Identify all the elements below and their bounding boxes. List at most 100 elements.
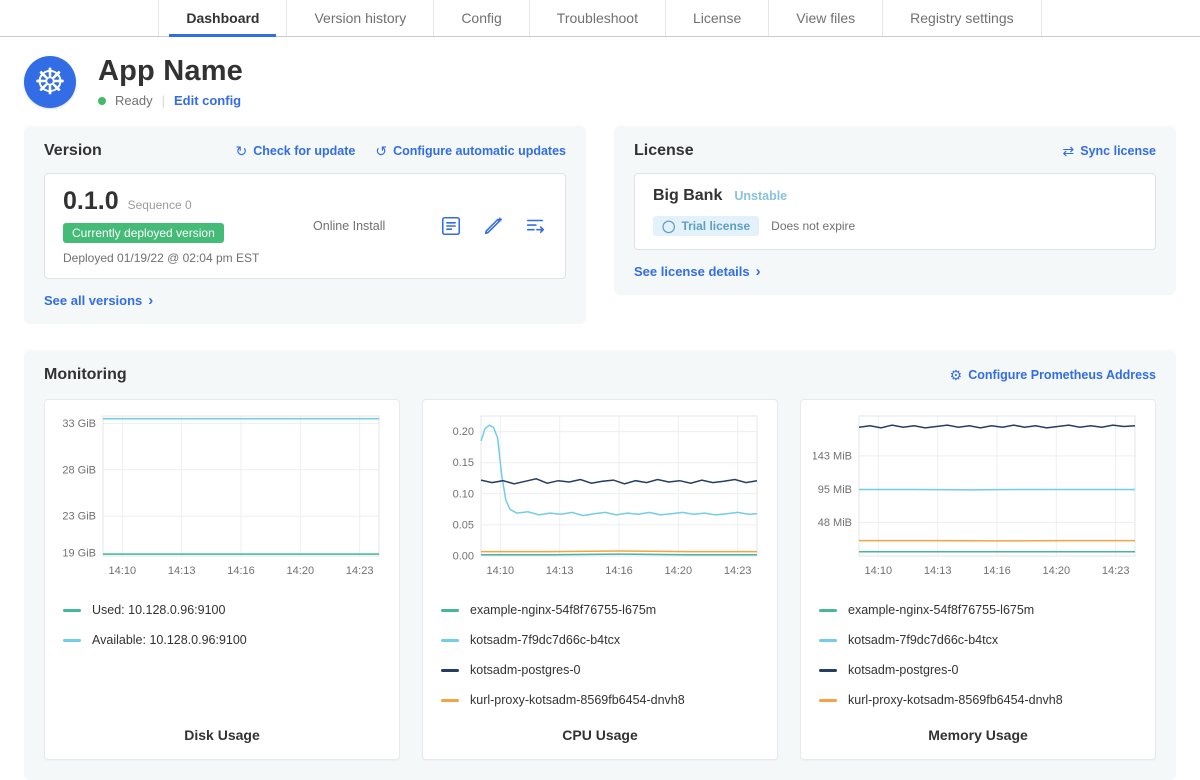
- svg-text:14:23: 14:23: [724, 565, 752, 577]
- legend-item: kurl-proxy-kotsadm-8569fb6454-dnvh8: [435, 685, 765, 715]
- tab-view-files[interactable]: View files: [768, 0, 882, 36]
- legend-label: kotsadm-7f9dc7d66c-b4tcx: [470, 633, 620, 647]
- chevron-right-icon: ›: [148, 293, 153, 308]
- legend-dash-icon: [819, 699, 837, 702]
- see-all-versions-label: See all versions: [44, 293, 142, 308]
- legend-dash-icon: [441, 609, 459, 612]
- license-card: License ⇄ Sync license Big Bank Unstable…: [614, 126, 1176, 295]
- legend-label: Available: 10.128.0.96:9100: [92, 633, 247, 647]
- edit-config-link[interactable]: Edit config: [174, 93, 241, 108]
- refresh-icon: ↻: [235, 143, 247, 160]
- legend-label: kotsadm-7f9dc7d66c-b4tcx: [848, 633, 998, 647]
- legend-item: kotsadm-postgres-0: [435, 655, 765, 685]
- cpu-usage-chart-card: 0.000.050.100.150.2014:1014:1314:1614:20…: [422, 399, 778, 760]
- svg-text:14:10: 14:10: [487, 565, 515, 577]
- install-type: Online Install: [313, 219, 385, 233]
- chart-legend: example-nginx-54f8f76755-l675m kotsadm-7f…: [435, 595, 765, 715]
- see-all-versions-link[interactable]: See all versions ›: [44, 293, 153, 308]
- disk-usage-chart-card: 19 GiB23 GiB28 GiB33 GiB14:1014:1314:161…: [44, 399, 400, 760]
- sequence-label: Sequence 0: [128, 198, 192, 212]
- license-card-title: License: [634, 142, 694, 160]
- current-version-panel: 0.1.0 Sequence 0 Currently deployed vers…: [44, 173, 566, 279]
- svg-text:14:20: 14:20: [287, 565, 315, 577]
- tab-troubleshoot[interactable]: Troubleshoot: [529, 0, 665, 36]
- legend-item: Used: 10.128.0.96:9100: [57, 595, 387, 625]
- version-number: 0.1.0: [63, 187, 119, 216]
- trial-license-badge: ◯︎ Trial license: [653, 216, 759, 236]
- svg-text:0.15: 0.15: [453, 457, 474, 469]
- configure-automatic-updates-link[interactable]: ↺ Configure automatic updates: [375, 143, 566, 160]
- auto-update-icon: ↺: [375, 143, 387, 160]
- charts-row: 19 GiB 23 GiB 28 GiB 33 GiB 14:10 14:13 14:16 1…: [44, 399, 1156, 760]
- chevron-right-icon: ›: [756, 264, 761, 279]
- svg-text:95 MiB: 95 MiB: [818, 484, 852, 496]
- legend-dash-icon: [441, 639, 459, 642]
- tab-version-history[interactable]: Version history: [286, 0, 433, 36]
- svg-text:14:13: 14:13: [168, 565, 196, 577]
- deployed-timestamp: Deployed 01/19/22 @ 02:04 pm EST: [63, 251, 259, 265]
- app-status: Ready: [115, 93, 153, 108]
- svg-text:28 GiB: 28 GiB: [62, 464, 96, 476]
- monitoring-section: Monitoring ⚙ Configure Prometheus Addres…: [24, 350, 1176, 780]
- svg-text:0.00: 0.00: [453, 551, 474, 563]
- svg-text:48 MiB: 48 MiB: [818, 517, 852, 529]
- monitoring-title: Monitoring: [44, 366, 127, 384]
- chart-legend: Used: 10.128.0.96:9100 Available: 10.128.…: [57, 595, 387, 655]
- kubernetes-logo-icon: ☸: [24, 56, 76, 108]
- divider: |: [162, 93, 165, 108]
- clock-icon: ◯︎: [662, 219, 675, 233]
- gear-icon: ⚙: [950, 367, 963, 384]
- check-for-update-link[interactable]: ↻ Check for update: [235, 143, 355, 160]
- chart-plot: 0.000.050.100.150.2014:1014:1314:1614:20…: [435, 410, 765, 582]
- legend-item: kotsadm-postgres-0: [813, 655, 1143, 685]
- tab-config[interactable]: Config: [433, 0, 528, 36]
- version-actions: [439, 214, 547, 238]
- legend-label: Used: 10.128.0.96:9100: [92, 603, 225, 617]
- svg-text:14:16: 14:16: [983, 565, 1011, 577]
- preflight-checks-icon[interactable]: [481, 214, 505, 238]
- license-customer-name: Big Bank: [653, 187, 722, 205]
- memory-usage-chart-card: 48 MiB95 MiB143 MiB14:1014:1314:1614:201…: [800, 399, 1156, 760]
- license-channel: Unstable: [734, 189, 787, 203]
- release-notes-icon[interactable]: [439, 214, 463, 238]
- sync-license-link[interactable]: ⇄ Sync license: [1063, 143, 1156, 160]
- legend-label: kurl-proxy-kotsadm-8569fb6454-dnvh8: [470, 693, 685, 707]
- version-card-title: Version: [44, 142, 102, 160]
- svg-text:19 GiB: 19 GiB: [62, 548, 96, 560]
- svg-text:14:16: 14:16: [605, 565, 633, 577]
- svg-text:143 MiB: 143 MiB: [813, 450, 852, 462]
- tab-license[interactable]: License: [665, 0, 768, 36]
- legend-label: example-nginx-54f8f76755-l675m: [848, 603, 1034, 617]
- legend-item: example-nginx-54f8f76755-l675m: [435, 595, 765, 625]
- tab-dashboard[interactable]: Dashboard: [158, 0, 286, 36]
- legend-dash-icon: [819, 639, 837, 642]
- sync-icon: ⇄: [1063, 143, 1075, 160]
- legend-item: kurl-proxy-kotsadm-8569fb6454-dnvh8: [813, 685, 1143, 715]
- legend-label: example-nginx-54f8f76755-l675m: [470, 603, 656, 617]
- legend-dash-icon: [819, 609, 837, 612]
- legend-dash-icon: [63, 639, 81, 642]
- chart-plot: 48 MiB95 MiB143 MiB14:1014:1314:1614:201…: [813, 410, 1143, 582]
- top-nav: Dashboard Version history Config Trouble…: [0, 0, 1200, 37]
- see-license-details-link[interactable]: See license details ›: [634, 264, 761, 279]
- deployed-badge: Currently deployed version: [63, 223, 224, 243]
- memory-usage-chart: 48 MiB95 MiB143 MiB14:1014:1314:1614:201…: [813, 410, 1143, 585]
- configure-prometheus-label: Configure Prometheus Address: [968, 368, 1156, 382]
- check-for-update-label: Check for update: [253, 144, 355, 158]
- legend-label: kotsadm-postgres-0: [848, 663, 958, 677]
- legend-item: example-nginx-54f8f76755-l675m: [813, 595, 1143, 625]
- legend-label: kotsadm-postgres-0: [470, 663, 580, 677]
- legend-item: kotsadm-7f9dc7d66c-b4tcx: [813, 625, 1143, 655]
- tab-registry-settings[interactable]: Registry settings: [882, 0, 1041, 36]
- legend-item: kotsadm-7f9dc7d66c-b4tcx: [435, 625, 765, 655]
- configure-prometheus-link[interactable]: ⚙ Configure Prometheus Address: [950, 367, 1156, 384]
- svg-text:33 GiB: 33 GiB: [62, 418, 96, 430]
- legend-dash-icon: [819, 669, 837, 672]
- legend-dash-icon: [441, 699, 459, 702]
- svg-text:14:16: 14:16: [227, 565, 255, 577]
- deploy-logs-icon[interactable]: [523, 214, 547, 238]
- trial-license-label: Trial license: [681, 219, 750, 233]
- license-expiration: Does not expire: [771, 219, 855, 233]
- svg-text:14:20: 14:20: [665, 565, 693, 577]
- svg-text:23 GiB: 23 GiB: [62, 511, 96, 523]
